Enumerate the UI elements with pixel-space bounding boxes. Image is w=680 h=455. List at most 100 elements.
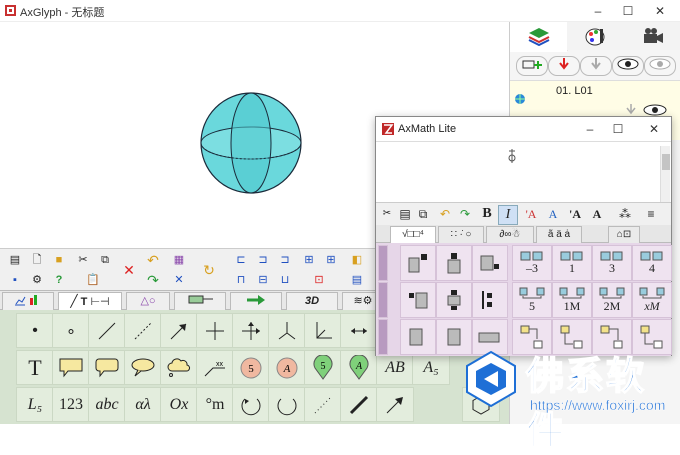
distribute-h-icon[interactable]: ⊞	[300, 251, 318, 269]
template-1m[interactable]: 1M	[552, 282, 592, 318]
tab-layers[interactable]	[510, 22, 568, 52]
hide-layer-button[interactable]	[644, 56, 676, 76]
rotate-icon[interactable]: ↻	[200, 261, 218, 279]
arc-tool[interactable]	[268, 387, 306, 422]
scrollbar-thumb[interactable]	[662, 154, 670, 170]
axes-quadrant-tool[interactable]	[304, 313, 342, 348]
axes-3d-tool[interactable]	[268, 313, 306, 348]
leader-line-tool[interactable]: xx	[196, 350, 234, 385]
help-icon[interactable]: ?	[50, 271, 68, 289]
circle-label-tool[interactable]: 5	[232, 350, 270, 385]
number-text-tool[interactable]: 123	[52, 387, 90, 422]
template-xm[interactable]: xM	[632, 282, 672, 318]
style-large-icon[interactable]: A	[588, 205, 606, 223]
close-button[interactable]: ✕	[646, 2, 674, 20]
callout-rect-tool[interactable]	[52, 350, 90, 385]
align-left-icon[interactable]: ⊏	[232, 251, 250, 269]
menu-button[interactable]: ▤	[6, 251, 24, 269]
callout-oval-tool[interactable]	[124, 350, 162, 385]
callout-round-tool[interactable]	[88, 350, 126, 385]
template-2m[interactable]: 2M	[592, 282, 632, 318]
style-red-icon[interactable]: 'A	[522, 205, 540, 223]
template-box-sup[interactable]	[400, 245, 436, 281]
tab-arrows[interactable]	[230, 292, 282, 310]
circle-letter-tool[interactable]: A	[268, 350, 306, 385]
point-hollow-tool[interactable]: ∘	[52, 313, 90, 348]
add-layer-button[interactable]	[516, 56, 548, 76]
vector-arrow-tool[interactable]	[376, 387, 414, 422]
redo-icon[interactable]: ↷	[456, 205, 474, 223]
subscript-text-tool[interactable]: L₅	[16, 387, 54, 422]
origin-label-tool[interactable]: Ox	[160, 387, 198, 422]
axis-arrows-tool[interactable]	[232, 313, 270, 348]
undo-icon[interactable]: ↶	[436, 205, 454, 223]
distribute-v-icon[interactable]: ⊞	[322, 251, 340, 269]
move-layer-down-button[interactable]	[548, 56, 580, 76]
text-tool[interactable]: T	[16, 350, 54, 385]
cut-icon[interactable]: ✂	[74, 251, 92, 269]
template-box-under[interactable]	[436, 282, 472, 318]
style-blue-icon[interactable]: A	[544, 205, 562, 223]
matrix-icon[interactable]: ⁂	[616, 205, 634, 223]
tab-charts[interactable]	[2, 292, 54, 310]
flip-icon[interactable]: ◧	[348, 251, 366, 269]
template-1[interactable]: 1	[552, 245, 592, 281]
italic-button[interactable]: I	[498, 205, 518, 225]
unit-label-tool[interactable]: °m	[196, 387, 234, 422]
bold-button[interactable]: B	[478, 205, 496, 223]
align-icon[interactable]: ≡	[642, 205, 660, 223]
align-top-icon[interactable]: ⊓	[232, 271, 250, 289]
template-box-pre[interactable]	[400, 282, 436, 318]
group-icon[interactable]: ⊡	[310, 271, 328, 289]
new-file-icon[interactable]: 🗋	[28, 251, 46, 269]
tab-dots[interactable]: ∷ ∙̇ ○	[438, 226, 484, 243]
move-layer-bottom-button[interactable]	[580, 56, 612, 76]
editor-scrollbar[interactable]	[660, 146, 670, 202]
sphere-shape[interactable]	[198, 90, 304, 196]
tab-3d[interactable]: 3D	[286, 292, 338, 310]
template-tall-box[interactable]	[400, 319, 436, 355]
maximize-button[interactable]: ☐	[614, 2, 642, 20]
cut-icon[interactable]: ✂	[378, 205, 396, 223]
align-right-icon[interactable]: ⊐	[276, 251, 294, 269]
template-4[interactable]: 4	[632, 245, 672, 281]
tab-misc[interactable]: ⌂⊡	[608, 226, 640, 243]
grid-icon[interactable]: ▦	[170, 251, 188, 269]
template-bar-box[interactable]	[472, 282, 508, 318]
tab-accents[interactable]: ã ä ȧ	[536, 226, 582, 243]
line-tool[interactable]	[88, 313, 126, 348]
copy-icon[interactable]: ⧉	[96, 251, 114, 269]
delete-icon[interactable]: ✕	[120, 261, 138, 279]
template-box-over[interactable]	[436, 245, 472, 281]
tab-objects[interactable]	[174, 292, 226, 310]
tab-roots[interactable]: √□□⁴	[390, 226, 436, 243]
show-layer-button[interactable]	[612, 56, 644, 76]
undo-icon[interactable]: ↶	[144, 251, 162, 269]
tab-style[interactable]	[567, 22, 625, 50]
template-box-right[interactable]	[472, 245, 508, 281]
tab-shapes[interactable]: △○	[126, 292, 170, 310]
template-neg3[interactable]: –3	[512, 245, 552, 281]
tab-animation[interactable]	[624, 22, 680, 50]
formula-editor[interactable]	[376, 141, 671, 203]
redo-icon[interactable]: ↷	[144, 271, 162, 289]
align-center-icon[interactable]: ⊐	[254, 251, 272, 269]
open-folder-icon[interactable]: ■	[50, 251, 68, 269]
side-template-3[interactable]	[378, 319, 388, 355]
copy-icon[interactable]: ⧉	[414, 205, 432, 223]
paste-icon[interactable]: 📋	[84, 271, 102, 289]
axmath-maximize-button[interactable]: ☐	[604, 120, 632, 138]
save-icon[interactable]: ▪	[6, 271, 24, 289]
snap-icon[interactable]: ✕	[170, 271, 188, 289]
align-middle-icon[interactable]: ⊟	[254, 271, 272, 289]
minimize-button[interactable]: –	[584, 2, 612, 20]
italic-text-tool[interactable]: abc	[88, 387, 126, 422]
point-filled-tool[interactable]: •	[16, 313, 54, 348]
template-3[interactable]: 3	[592, 245, 632, 281]
pin-label-tool[interactable]: 5	[304, 350, 342, 385]
settings-icon[interactable]: ⚙	[28, 271, 46, 289]
callout-cloud-tool[interactable]	[160, 350, 198, 385]
double-arrow-tool[interactable]	[340, 313, 378, 348]
side-template-1[interactable]	[378, 245, 388, 281]
axis-cross-tool[interactable]	[196, 313, 234, 348]
